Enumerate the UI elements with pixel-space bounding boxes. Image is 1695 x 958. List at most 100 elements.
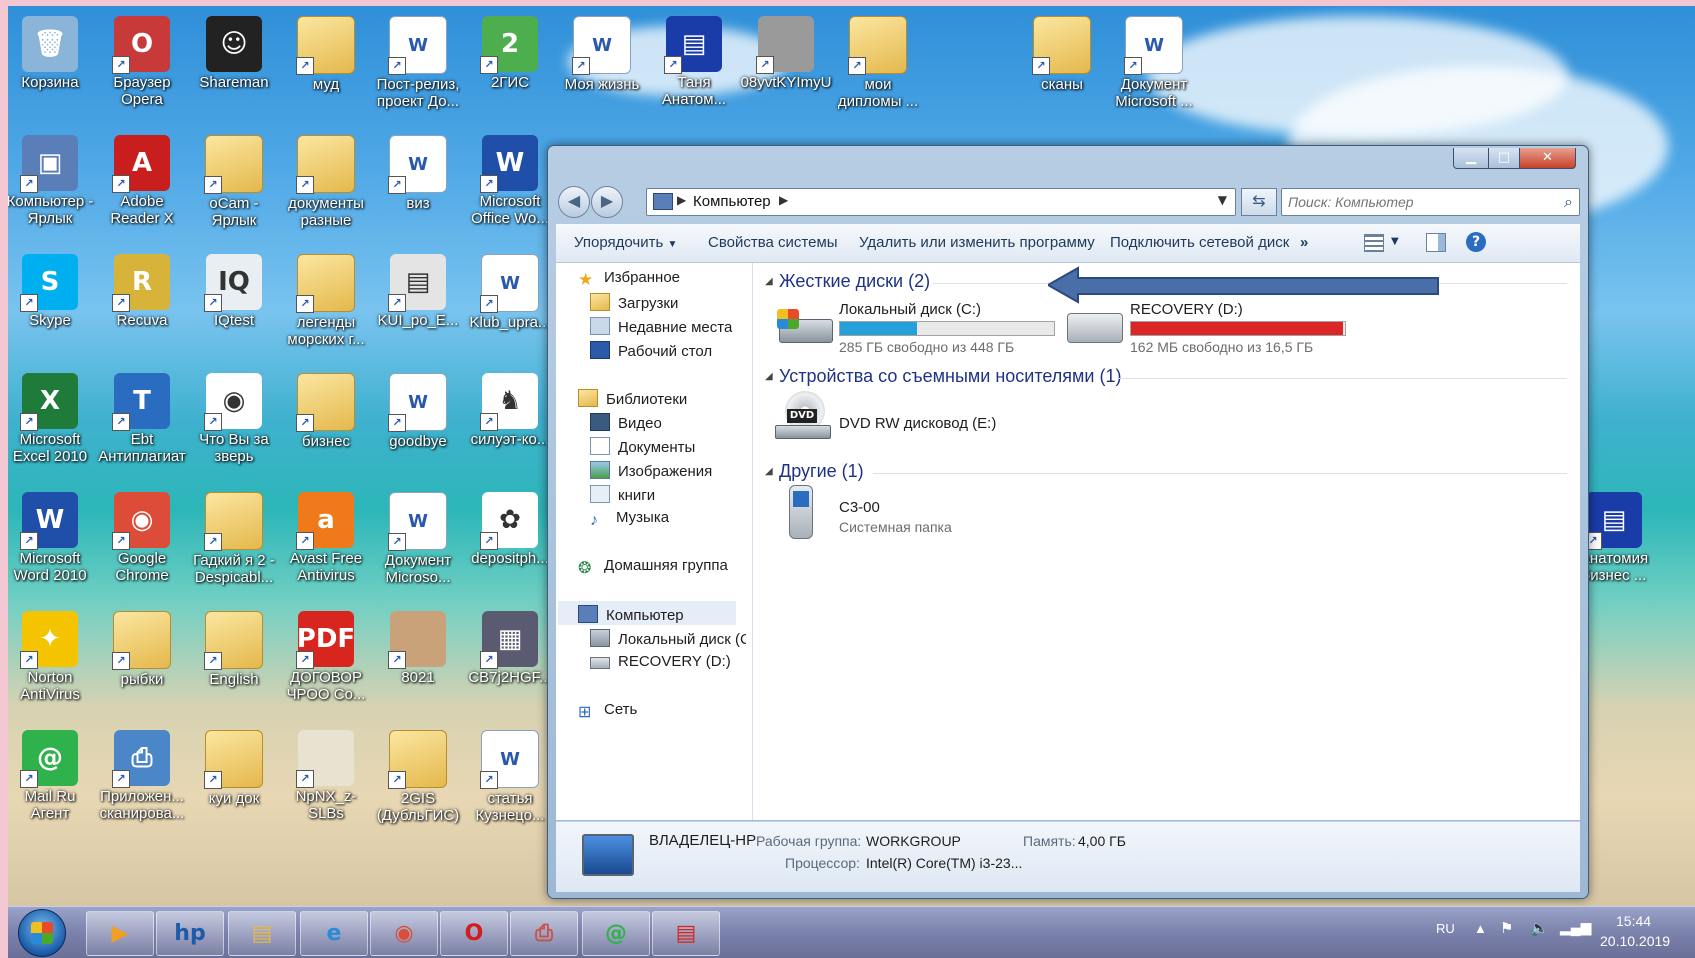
desktop-icon[interactable]: W ↗ статья Кузнецо...	[464, 730, 556, 824]
minimize-button[interactable]: ▁	[1453, 148, 1489, 169]
desktop-icon[interactable]: R ↗ Recuva	[96, 254, 188, 329]
mailru-agent-icon[interactable]: @	[582, 911, 650, 956]
clock-date[interactable]: 20.10.2019	[1600, 933, 1670, 949]
breadcrumb-chevron-icon[interactable]: ▶	[779, 193, 788, 207]
desktop-icon[interactable]: ✿ ↗ depositph...	[464, 492, 556, 567]
help-icon[interactable]: ?	[1466, 232, 1486, 252]
view-dropdown-icon[interactable]: ▼	[1391, 236, 1399, 247]
desktop-icon[interactable]: W ↗ Документ Microso...	[372, 492, 464, 586]
desktop-icon[interactable]: ▦ ↗ CB7j2HGF...	[464, 611, 556, 686]
volume-icon[interactable]: 🔈	[1530, 919, 1549, 937]
ie-icon[interactable]: e	[300, 911, 368, 956]
action-center-icon[interactable]: ⚑	[1500, 919, 1513, 937]
desktop-icon[interactable]: 🗑 Корзина	[8, 16, 96, 91]
collapse-icon[interactable]: ◢	[765, 276, 773, 287]
desktop-icon[interactable]: ↗ Гадкий я 2 - Despicabl...	[188, 492, 280, 586]
nav-downloads[interactable]: Загрузки	[590, 293, 678, 312]
uninstall-program-button[interactable]: Удалить или изменить программу	[859, 234, 1095, 251]
scanner-icon[interactable]: ⎙	[510, 911, 578, 956]
view-options-icon[interactable]	[1364, 234, 1384, 252]
search-box[interactable]: ⌕	[1281, 188, 1580, 216]
opera-icon[interactable]: O	[440, 911, 508, 956]
organize-button[interactable]: Упорядочить ▼	[574, 234, 677, 251]
mobile-phone-icon[interactable]	[789, 485, 813, 539]
desktop-icon[interactable]: W ↗ Документ Microsoft ...	[1108, 16, 1200, 110]
desktop-icon[interactable]: ↗ куи док	[188, 730, 280, 807]
dvd-drive-name[interactable]: DVD RW дисковод (E:)	[839, 415, 996, 432]
nav-recovery-d[interactable]: RECOVERY (D:)	[590, 653, 731, 670]
desktop-icon[interactable]: W ↗ Пост-релиз, проект До...	[372, 16, 464, 110]
desktop-icon[interactable]: ↗ мои дипломы ...	[832, 16, 924, 110]
clock-time[interactable]: 15:44	[1616, 913, 1651, 929]
desktop-icon[interactable]: O ↗ Браузер Opera	[96, 16, 188, 108]
back-button[interactable]: ◀	[558, 186, 590, 218]
desktop-icon[interactable]: ↗ 2GIS (ДубльГИС)	[372, 730, 464, 824]
desktop-icon[interactable]: ↗ рыбки	[96, 611, 188, 688]
collapse-icon[interactable]: ◢	[765, 371, 773, 382]
nav-recent-places[interactable]: Недавние места	[590, 317, 732, 336]
maximize-button[interactable]: □	[1488, 148, 1520, 169]
nav-libraries[interactable]: Библиотеки	[578, 389, 687, 408]
desktop-icon[interactable]: W ↗ Моя жизнь	[556, 16, 648, 93]
group-other[interactable]: ◢ Другие (1)	[765, 461, 864, 482]
recovery-drive-icon[interactable]	[1067, 313, 1123, 343]
desktop-icon[interactable]: a ↗ Avast Free Antivirus	[280, 492, 372, 584]
nav-local-disk-c[interactable]: Локальный диск (C:)	[590, 629, 746, 648]
desktop-icon[interactable]: W ↗ Microsoft Word 2010	[8, 492, 96, 584]
network-signal-icon[interactable]: ▂▄▆	[1560, 919, 1591, 936]
search-icon[interactable]: ⌕	[1564, 192, 1573, 212]
media-player-icon[interactable]: ▶	[86, 911, 154, 956]
desktop-icon[interactable]: ↗ English	[188, 611, 280, 688]
desktop-icon[interactable]: T ↗ Ebt Антиплагиат	[96, 373, 188, 465]
desktop-icon[interactable]: ◉ ↗ Google Chrome	[96, 492, 188, 584]
desktop-icon[interactable]: ▤ ↗ Таня Анатом...	[648, 16, 740, 108]
desktop-icon[interactable]: W ↗ goodbye	[372, 373, 464, 450]
nav-favorites[interactable]: ★ Избранное	[578, 269, 680, 286]
drive-d-name[interactable]: RECOVERY (D:)	[1130, 301, 1243, 318]
nav-desktop[interactable]: Рабочий стол	[590, 341, 712, 360]
hp-icon[interactable]: hp	[156, 911, 224, 956]
desktop-icon[interactable]: ♞ ↗ силуэт-ко...	[464, 373, 556, 448]
desktop-icon[interactable]: W ↗ Microsoft Office Wo...	[464, 135, 556, 227]
desktop-icon[interactable]: W ↗ Klub_upra...	[464, 254, 556, 331]
collapse-icon[interactable]: ◢	[765, 466, 773, 477]
desktop-icon[interactable]: IQ ↗ IQtest	[188, 254, 280, 329]
show-hidden-icons[interactable]: ▲	[1474, 921, 1487, 936]
desktop-icon[interactable]: ◉ ↗ Что Вы за зверь	[188, 373, 280, 465]
explorer-icon[interactable]: ▤	[228, 911, 296, 956]
local-disk-c-icon[interactable]	[775, 305, 835, 345]
nav-homegroup[interactable]: ❂ Домашняя группа	[578, 557, 728, 574]
nav-documents[interactable]: Документы	[590, 437, 695, 456]
search-input[interactable]	[1286, 191, 1540, 213]
group-hard-drives[interactable]: ◢ Жесткие диски (2)	[765, 271, 930, 292]
desktop-icon[interactable]: S ↗ Skype	[8, 254, 96, 329]
nav-music[interactable]: ♪ Музыка	[590, 509, 669, 528]
map-network-drive-button[interactable]: Подключить сетевой диск	[1110, 234, 1289, 251]
preview-pane-icon[interactable]	[1426, 233, 1446, 252]
nav-books[interactable]: книги	[590, 485, 655, 504]
desktop-icon[interactable]: 2 ↗ 2ГИС	[464, 16, 556, 91]
desktop-icon[interactable]: ☺ Shareman	[188, 16, 280, 91]
desktop-icon[interactable]: ▤ ↗ KUI_po_E...	[372, 254, 464, 329]
desktop-icon[interactable]: ▣ ↗ Компьютер - Ярлык	[8, 135, 96, 227]
desktop-icon[interactable]: ⎙ ↗ Приложен... сканирова...	[96, 730, 188, 822]
address-dropdown-icon[interactable]: ▼	[1218, 193, 1227, 207]
nav-network[interactable]: ⊞ Сеть	[578, 701, 637, 718]
chrome-icon[interactable]: ◉	[370, 911, 438, 956]
forward-button[interactable]: ▶	[591, 186, 623, 218]
group-removable[interactable]: ◢ Устройства со съемными носителями (1)	[765, 366, 1121, 387]
desktop-icon[interactable]: ↗ легенды морских г...	[280, 254, 372, 348]
refresh-button[interactable]: ⇆	[1241, 188, 1277, 216]
desktop-icon[interactable]: ↗ документы разные	[280, 135, 372, 229]
breadcrumb-computer[interactable]: Компьютер	[693, 193, 771, 210]
dvd-drive-icon[interactable]: DVD	[775, 391, 831, 439]
desktop-icon[interactable]: ↗ 08yvtKYImyU	[740, 16, 832, 91]
explorer-window[interactable]: ▁ □ ✕ ◀ ▶ ▶ Компьютер ▶ ▼ ⇆ ⌕ Упорядочит…	[547, 145, 1589, 899]
reader-icon[interactable]: ▤	[652, 911, 720, 956]
desktop-icon[interactable]: ↗ NpNX_z-SLBs	[280, 730, 372, 822]
desktop-icon[interactable]: @ ↗ Mail.Ru Агент	[8, 730, 96, 822]
close-button[interactable]: ✕	[1519, 148, 1576, 169]
address-bar[interactable]: ▶ Компьютер ▶ ▼	[646, 188, 1236, 216]
device-c3-00-name[interactable]: C3-00	[839, 499, 880, 516]
system-properties-button[interactable]: Свойства системы	[708, 234, 838, 251]
